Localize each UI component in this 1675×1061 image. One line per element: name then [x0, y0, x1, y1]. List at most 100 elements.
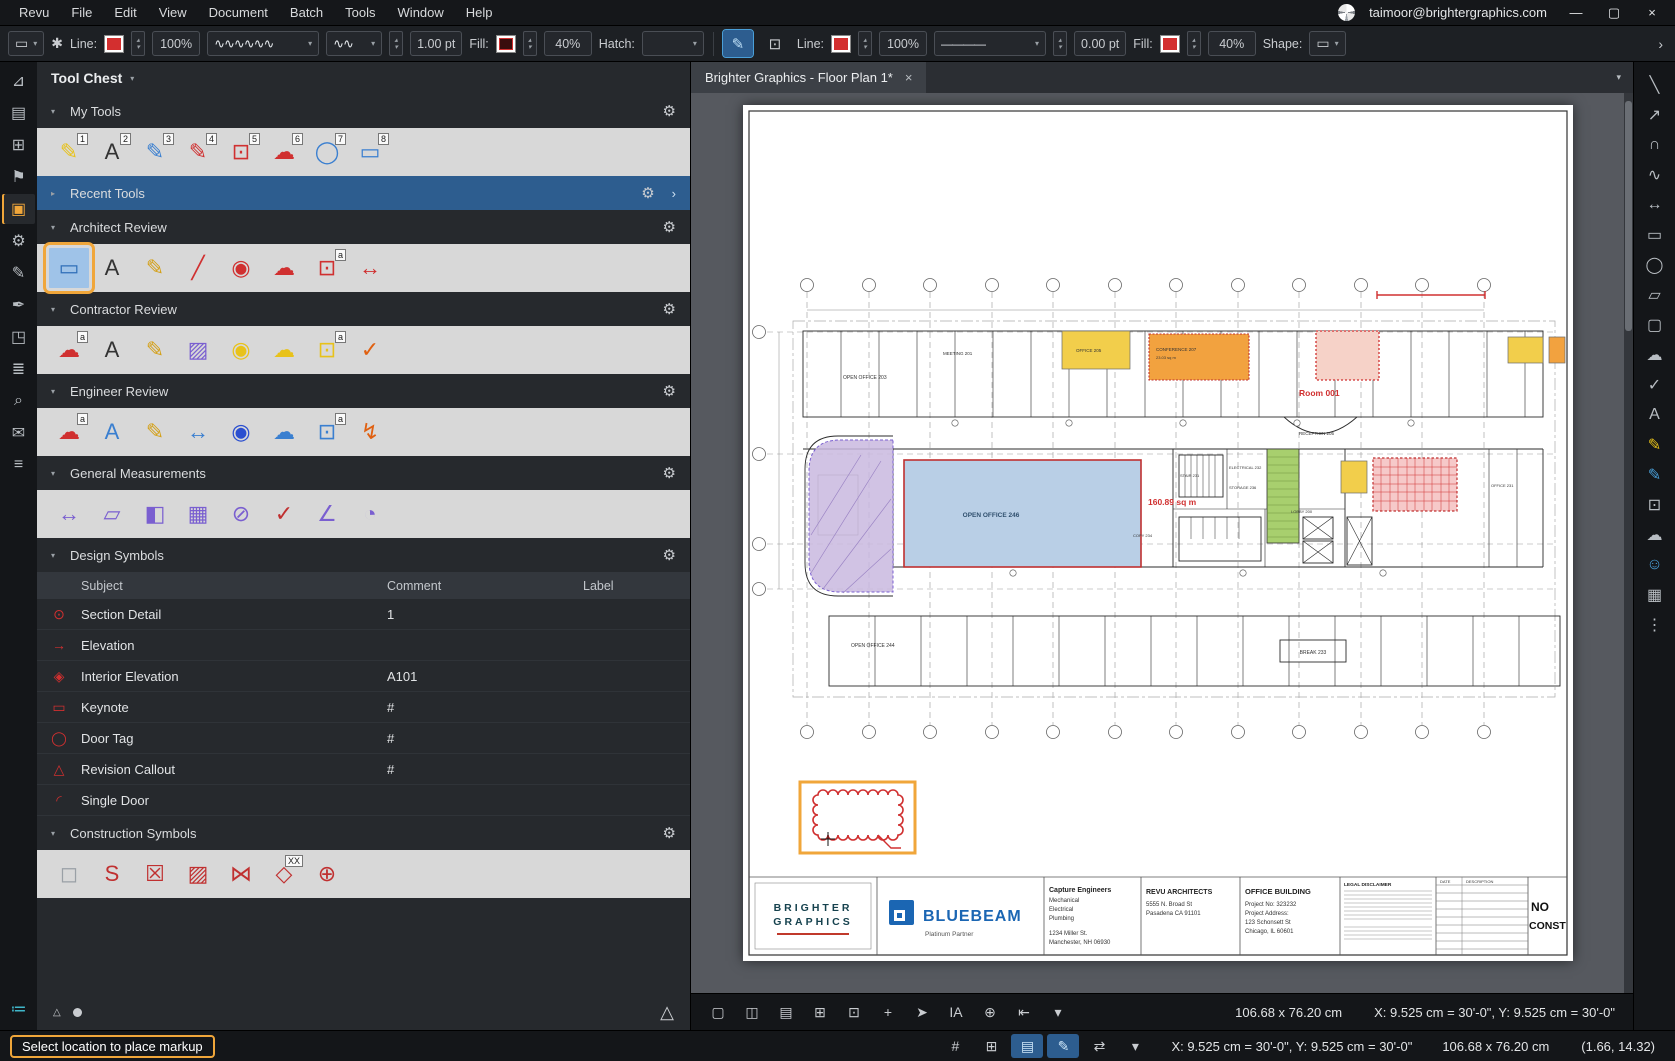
nav-icon-select[interactable]: ➤	[907, 999, 937, 1025]
fill-opacity-value[interactable]: 40%	[1208, 31, 1256, 56]
fill-color-swatch[interactable]	[1160, 35, 1180, 53]
tool-icon-ellipse[interactable]: ◯	[1638, 250, 1671, 279]
tool-pen-gold[interactable]: ✎	[135, 412, 175, 452]
tool-switch[interactable]: S	[92, 854, 132, 894]
sidebar-icon-properties[interactable]: ⚙	[2, 226, 35, 256]
sidebar-icon-spaces[interactable]: ◳	[2, 322, 35, 352]
line-opacity-value[interactable]: 100%	[152, 31, 200, 56]
line-opacity-value[interactable]: 100%	[879, 31, 927, 56]
tool-dimension[interactable]: ↔	[178, 412, 218, 452]
fill-opacity-value[interactable]: 40%	[544, 31, 592, 56]
tool-icon-pen[interactable]: ✎	[1638, 430, 1671, 459]
section-general-measurements[interactable]: ▾ General Measurements ⚙	[37, 456, 690, 490]
sidebar-icon-measurements[interactable]: ⊿	[2, 66, 35, 96]
tool-count[interactable]: ✓	[350, 330, 390, 370]
tool-icon-polygon[interactable]: ▱	[1638, 280, 1671, 309]
menu-item[interactable]: File	[60, 2, 103, 23]
tool-radius[interactable]: ◔	[350, 494, 390, 534]
gear-icon[interactable]: ⚙	[663, 102, 676, 120]
tool-pen-gold[interactable]: ✎	[135, 330, 175, 370]
tool-cloud-callout[interactable]: ☁ a	[49, 330, 89, 370]
tool-diagonal-box[interactable]: ▨	[178, 854, 218, 894]
tool-cloud[interactable]: ☁ 6	[264, 132, 304, 172]
tool-icon-rectangle[interactable]: ▭	[1638, 220, 1671, 249]
tool-callout[interactable]: ⊡ a	[307, 412, 347, 452]
tool-area[interactable]: ◧	[135, 494, 175, 534]
tool-text[interactable]: A	[92, 412, 132, 452]
sidebar-icon-studio[interactable]: ✉	[2, 418, 35, 448]
user-account[interactable]: taimoor@brightergraphics.com	[1369, 5, 1547, 20]
menu-item[interactable]: Batch	[279, 2, 334, 23]
sidebar-icon-layers[interactable]: ≣	[2, 354, 35, 384]
markup-tool-dropdown[interactable]: ▭▾	[8, 31, 44, 56]
line-style-dropdown[interactable]: ∿∿∿∿∿∿▾	[207, 31, 319, 56]
tool-cloud[interactable]: ☁	[264, 248, 304, 288]
line-color-swatch[interactable]	[104, 35, 124, 53]
tool-bowtie-valve[interactable]: ⋈	[221, 854, 261, 894]
tool-length[interactable]: ↔	[49, 494, 89, 534]
gear-icon[interactable]: ⚙	[663, 300, 676, 318]
status-icon-snap-grid[interactable]: ⊞	[975, 1034, 1007, 1058]
tab-list-chevron-icon[interactable]: ▾	[1616, 72, 1621, 83]
tool-icon-count[interactable]: ✓	[1638, 370, 1671, 399]
callout-tool-button[interactable]: ⊡	[760, 30, 790, 57]
document-tab[interactable]: Brighter Graphics - Floor Plan 1* ×	[691, 62, 926, 93]
status-icon-compare[interactable]: ⇄	[1083, 1034, 1115, 1058]
nav-icon-continuous[interactable]: ▤	[771, 999, 801, 1025]
window-button-close[interactable]: ×	[1637, 5, 1667, 21]
tool-circle-callout[interactable]: ◉	[221, 330, 261, 370]
window-button-maximize[interactable]: ▢	[1599, 5, 1629, 21]
document-canvas[interactable]: OPEN OFFICE 203 MEETING 201 OFFICE 205 C…	[691, 93, 1633, 993]
menu-item[interactable]: Revu	[8, 2, 60, 23]
sidebar-icon-file-access[interactable]: ▤	[2, 98, 35, 128]
status-icon-edit-mode[interactable]: ✎	[1047, 1034, 1079, 1058]
sidebar-icon-bookmarks[interactable]: ⚑	[2, 162, 35, 192]
tool-cloud[interactable]: ☁	[264, 330, 304, 370]
slider-thumb[interactable]	[73, 1008, 82, 1017]
fill-color-swatch[interactable]	[496, 35, 516, 53]
section-architect-review[interactable]: ▾ Architect Review ⚙	[37, 210, 690, 244]
section-contractor-review[interactable]: ▾ Contractor Review ⚙	[37, 292, 690, 326]
tool-icon-snapshot[interactable]: ▢	[1638, 310, 1671, 339]
nav-icon-side-by-side[interactable]: ◫	[737, 999, 767, 1025]
vertical-scrollbar[interactable]	[1624, 93, 1633, 993]
tool-icon-polyline[interactable]: ∿	[1638, 160, 1671, 189]
window-button-minimize[interactable]: —	[1561, 5, 1591, 21]
menu-item[interactable]: Tools	[334, 2, 386, 23]
tool-icon-highlighter[interactable]: ✎	[1638, 460, 1671, 489]
design-symbol-row[interactable]: → Elevation	[37, 630, 690, 661]
tool-rectangle[interactable]: ▭ 8	[350, 132, 390, 172]
tool-polyline[interactable]: ↯	[350, 412, 390, 452]
tool-diameter[interactable]: ⊘	[221, 494, 261, 534]
tool-chest-header[interactable]: Tool Chest ▾	[37, 62, 690, 94]
tool-dimension[interactable]: ↔	[350, 248, 390, 288]
pen-tool-button[interactable]: ✎	[723, 30, 753, 57]
sidebar-icon-thumbnails[interactable]: ⊞	[2, 130, 35, 160]
design-symbol-row[interactable]: ◈ Interior Elevation A101	[37, 661, 690, 692]
tool-hatch-rect[interactable]: ▨	[178, 330, 218, 370]
sidebar-icon-search[interactable]: ⌕	[2, 386, 35, 416]
gear-icon[interactable]: ⚙	[663, 546, 676, 564]
sidebar-icon-signatures[interactable]: ✒	[2, 290, 35, 320]
menu-item[interactable]: Edit	[103, 2, 147, 23]
line-color-swatch[interactable]	[831, 35, 851, 53]
shape-dropdown[interactable]: ▭▾	[1309, 31, 1345, 56]
gear-icon[interactable]: ⚙	[663, 218, 676, 236]
design-symbol-row[interactable]: ◜ Single Door	[37, 785, 690, 816]
nav-icon-single-page[interactable]: ▢	[703, 999, 733, 1025]
line-end-dropdown[interactable]: ∿∿▾	[326, 31, 382, 56]
section-construction-symbols[interactable]: ▾ Construction Symbols ⚙	[37, 816, 690, 850]
line-width-value[interactable]: 1.00 pt	[410, 31, 462, 56]
expand-chevron-icon[interactable]: ›	[672, 186, 676, 201]
menu-item[interactable]: Window	[387, 2, 455, 23]
icon-size-slider[interactable]: △ △	[37, 994, 690, 1030]
line-width-spinner[interactable]: ▴▾	[389, 31, 403, 56]
menu-item[interactable]: View	[148, 2, 198, 23]
tool-pen-red[interactable]: ✎ 4	[178, 132, 218, 172]
section-recent-tools[interactable]: ▸ Recent Tools ⚙ ›	[37, 176, 690, 210]
status-icon-options-caret[interactable]: ▾	[1119, 1034, 1151, 1058]
markup-list-icon[interactable]: ≔	[2, 994, 35, 1024]
menu-item[interactable]: Document	[198, 2, 279, 23]
hatch-dropdown[interactable]: ▾	[642, 31, 704, 56]
gear-icon[interactable]: ⚙	[663, 464, 676, 482]
